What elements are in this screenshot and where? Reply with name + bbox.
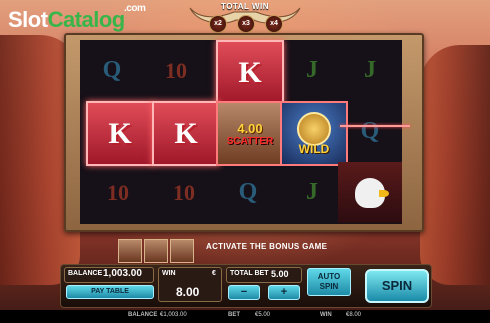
symbol-q: Q bbox=[102, 57, 122, 83]
scatter-amount: 4.00 bbox=[237, 120, 263, 136]
balance-value: 1,003.00 bbox=[103, 268, 142, 279]
multiplier-x3: x3 bbox=[237, 15, 255, 33]
auto-spin-sub-label: SPIN bbox=[319, 282, 339, 291]
total-bet-value: 5.00 bbox=[271, 269, 289, 279]
symbol-j: J bbox=[306, 57, 318, 83]
bet-increase-button[interactable]: + bbox=[268, 285, 300, 300]
eagle-icon bbox=[355, 177, 389, 208]
win-value: 8.00 bbox=[176, 285, 200, 299]
footer-balance-label: BALANCE bbox=[128, 312, 158, 318]
win-label: WIN bbox=[162, 270, 176, 277]
symbol-10: 10 bbox=[107, 179, 129, 205]
symbol-q: Q bbox=[360, 118, 380, 144]
scatter-mini-icon bbox=[118, 239, 142, 263]
win-currency: € bbox=[212, 270, 216, 277]
spin-button[interactable]: SPIN bbox=[365, 269, 429, 303]
footer-bet-value: €5.00 bbox=[255, 312, 271, 318]
right-rock-formation bbox=[420, 45, 490, 285]
wild-label: WILD bbox=[298, 141, 330, 156]
symbol-10: 10 bbox=[173, 179, 195, 205]
logo-slot-text: Slot bbox=[8, 7, 48, 32]
symbol-k-winning: K bbox=[86, 101, 154, 166]
auto-label: AUTO bbox=[317, 272, 341, 281]
payline-indicator bbox=[340, 125, 410, 127]
eagle-symbol bbox=[338, 162, 402, 223]
symbol-k-winning: K bbox=[216, 40, 284, 105]
symbol-q: Q bbox=[238, 179, 258, 205]
total-bet-label: TOTAL BET bbox=[230, 270, 269, 277]
logo-catalog-text: Catalog bbox=[47, 7, 126, 32]
footer-win-value: €8.00 bbox=[346, 312, 362, 318]
symbol-j: J bbox=[364, 57, 376, 83]
footer-bet-label: BET bbox=[228, 312, 240, 318]
logo-com-text: .com bbox=[124, 3, 146, 14]
footer-win-label: WIN bbox=[320, 312, 332, 318]
multiplier-x4: x4 bbox=[265, 15, 283, 33]
multiplier-x2: x2 bbox=[209, 15, 227, 33]
pay-table-button[interactable]: PAY TABLE bbox=[66, 285, 154, 299]
footer-balance-value: €1,003.00 bbox=[160, 312, 187, 318]
symbol-k-winning: K bbox=[152, 101, 220, 166]
total-win-label: TOTAL WIN bbox=[220, 2, 270, 11]
scatter-mini-icon bbox=[170, 239, 194, 263]
reel-grid: Q 10 K J J K K 4.00 SCATTER WILD Q 10 10… bbox=[80, 40, 402, 224]
activate-bonus-text: ACTIVATE THE BONUS GAME bbox=[206, 242, 328, 251]
symbol-10: 10 bbox=[165, 57, 187, 83]
symbol-j: J bbox=[306, 179, 318, 205]
scatter-symbol: 4.00 SCATTER bbox=[216, 101, 284, 166]
footer-bar bbox=[0, 310, 490, 323]
auto-spin-button[interactable]: AUTO SPIN bbox=[307, 268, 351, 296]
balance-label: BALANCE bbox=[68, 270, 103, 277]
slotcatalog-logo: SlotCatalog .com bbox=[8, 3, 146, 33]
scatter-mini-icon bbox=[144, 239, 168, 263]
total-win-display: TOTAL WIN bbox=[205, 2, 285, 11]
gold-bison-coin-icon bbox=[297, 111, 331, 146]
bet-decrease-button[interactable]: − bbox=[228, 285, 260, 300]
scatter-label: SCATTER bbox=[226, 135, 274, 147]
